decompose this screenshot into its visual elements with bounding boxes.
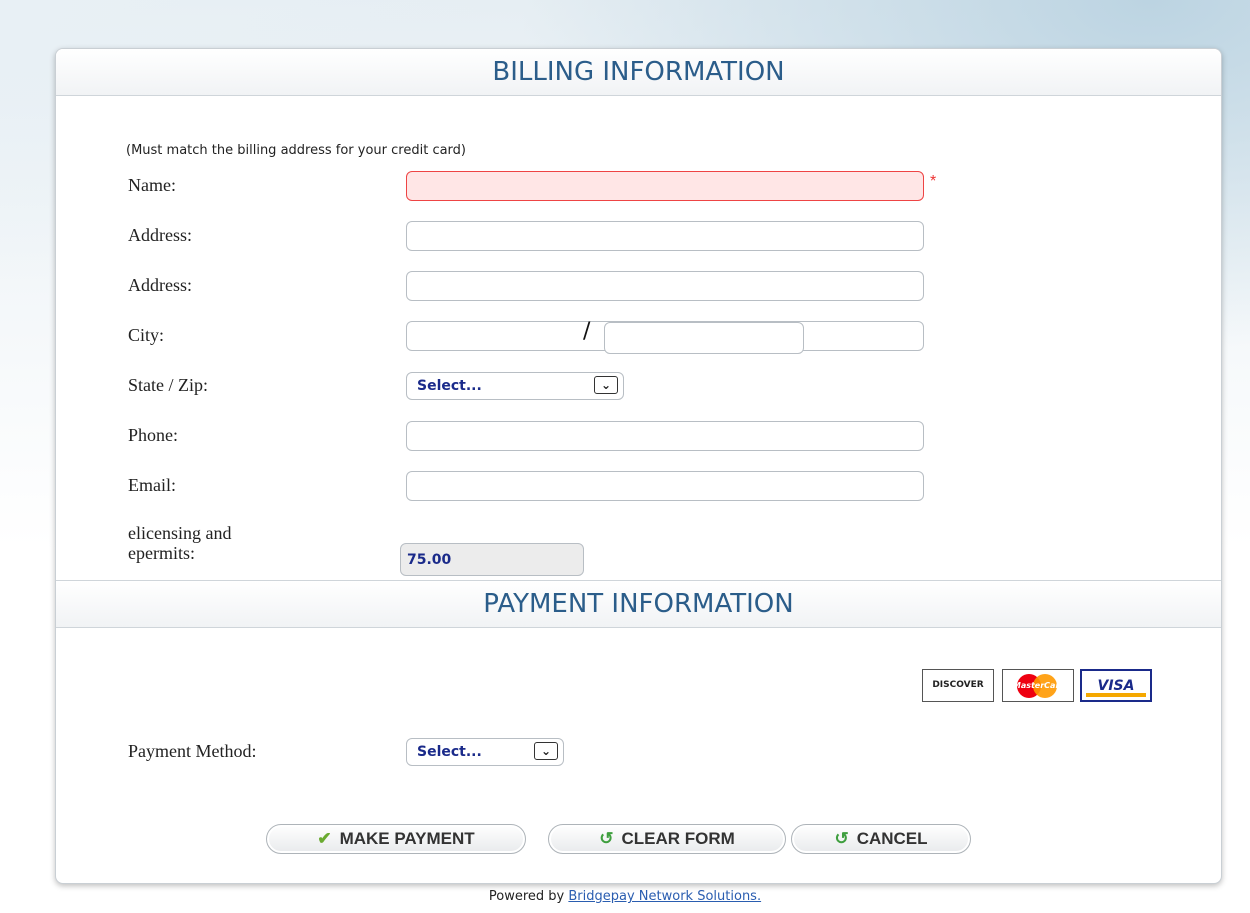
make-payment-button[interactable]: ✔ MAKE PAYMENT xyxy=(266,824,526,854)
payment-section-header: PAYMENT INFORMATION xyxy=(56,580,1221,628)
payment-method-select[interactable]: Select... ⌄ xyxy=(406,738,564,766)
name-label: Name: xyxy=(128,175,176,195)
name-field[interactable] xyxy=(406,171,924,201)
payment-method-label: Payment Method: xyxy=(128,741,257,761)
redo-arrow-icon: ↺ xyxy=(599,829,614,848)
footer-prefix: Powered by xyxy=(488,889,565,904)
discover-card-icon: DISCOVER xyxy=(922,669,994,702)
state-select-value: Select... xyxy=(417,378,482,394)
mastercard-label: MasterCard xyxy=(1012,681,1066,690)
redo-arrow-icon: ↺ xyxy=(834,829,849,848)
billing-section-header: BILLING INFORMATION xyxy=(56,49,1221,96)
visa-label: VISA xyxy=(1097,678,1135,694)
state-zip-label: State / Zip: xyxy=(128,375,208,395)
bridgepay-link[interactable]: Bridgepay Network Solutions. xyxy=(568,889,761,904)
payment-method-select-value: Select... xyxy=(417,744,482,760)
amount-label: elicensing and epermits: xyxy=(128,523,231,563)
email-label: Email: xyxy=(128,475,176,495)
city-label: City: xyxy=(128,325,165,345)
address2-label: Address: xyxy=(128,275,192,295)
address2-field[interactable] xyxy=(406,271,924,301)
phone-field[interactable] xyxy=(406,421,924,451)
visa-card-icon: VISA xyxy=(1080,669,1152,702)
clear-form-label: CLEAR FORM xyxy=(621,829,735,848)
make-payment-label: MAKE PAYMENT xyxy=(339,829,475,848)
amount-label-line1: elicensing and xyxy=(128,523,232,543)
state-select[interactable]: Select... ⌄ xyxy=(406,372,624,400)
billing-note: (Must match the billing address for your… xyxy=(126,143,466,158)
cancel-label: CANCEL xyxy=(856,829,928,848)
phone-label: Phone: xyxy=(128,425,179,445)
address-label: Address: xyxy=(128,225,192,245)
amount-label-line2: epermits: xyxy=(128,543,195,563)
cancel-button[interactable]: ↺ CANCEL xyxy=(791,824,971,854)
checkmark-icon: ✔ xyxy=(317,829,332,848)
payment-form-panel: BILLING INFORMATION (Must match the bill… xyxy=(55,48,1222,884)
state-zip-separator: / xyxy=(583,319,591,344)
chevron-down-icon: ⌄ xyxy=(534,742,558,760)
discover-label: DISCOVER xyxy=(932,680,984,690)
footer: Powered by Bridgepay Network Solutions. xyxy=(0,889,1250,904)
zip-field[interactable] xyxy=(604,322,804,354)
clear-form-button[interactable]: ↺ CLEAR FORM xyxy=(548,824,786,854)
address-field[interactable] xyxy=(406,221,924,251)
mastercard-icon: MasterCard xyxy=(1002,669,1074,702)
amount-field: 75.00 xyxy=(400,543,584,576)
email-field[interactable] xyxy=(406,471,924,501)
chevron-down-icon: ⌄ xyxy=(594,376,618,394)
required-marker: * xyxy=(930,173,937,190)
